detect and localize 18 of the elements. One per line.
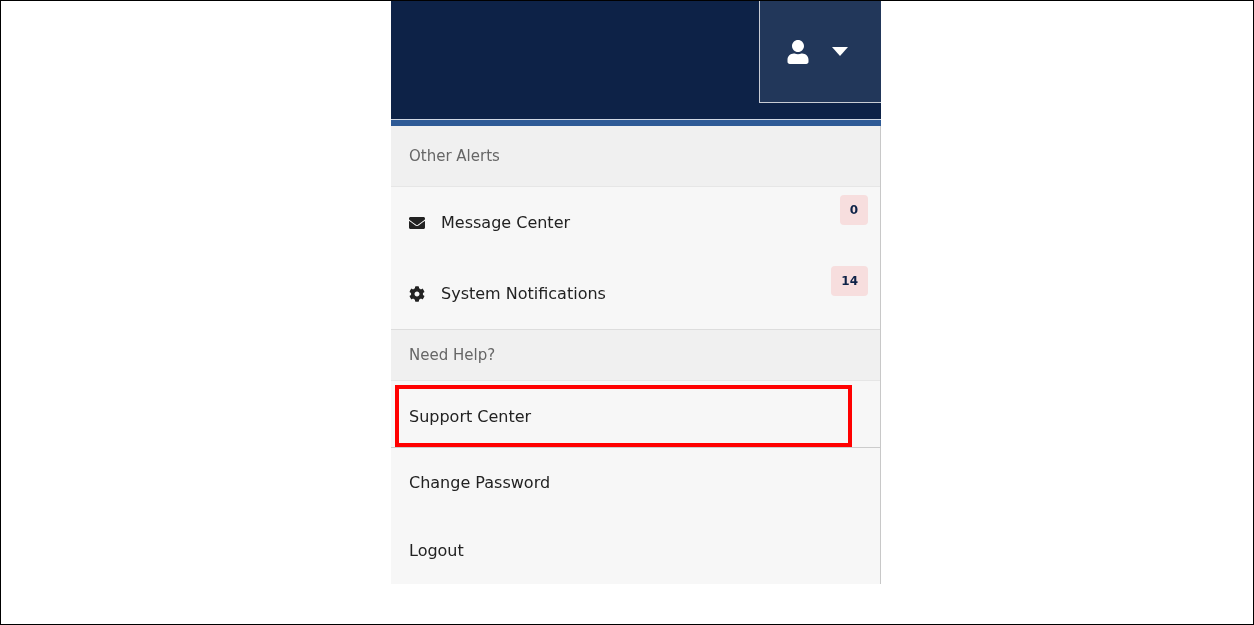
menu-item[interactable]: Message Center 0	[391, 187, 880, 258]
envelope-icon	[409, 214, 425, 231]
menu-item-label: System Notifications	[441, 284, 607, 303]
menu-item-label: Message Center	[441, 213, 572, 232]
menu-item[interactable]: Support Center	[395, 385, 852, 447]
user-icon	[786, 39, 810, 64]
menu-heading: Need Help?	[391, 329, 880, 381]
count-badge: 14	[831, 266, 868, 296]
user-menu-button[interactable]	[759, 1, 881, 103]
menu-item-label: Logout	[409, 540, 465, 560]
menu-item-label: Change Password	[409, 472, 552, 492]
menu-heading: Other Alerts	[391, 126, 880, 187]
menu-item[interactable]: System Notifications 14	[391, 258, 880, 329]
count-badge: 0	[839, 195, 868, 225]
caret-icon	[832, 47, 848, 56]
gear-icon	[409, 285, 425, 302]
menu-item[interactable]: Logout	[391, 516, 880, 584]
menu-item[interactable]: Change Password	[391, 448, 880, 516]
